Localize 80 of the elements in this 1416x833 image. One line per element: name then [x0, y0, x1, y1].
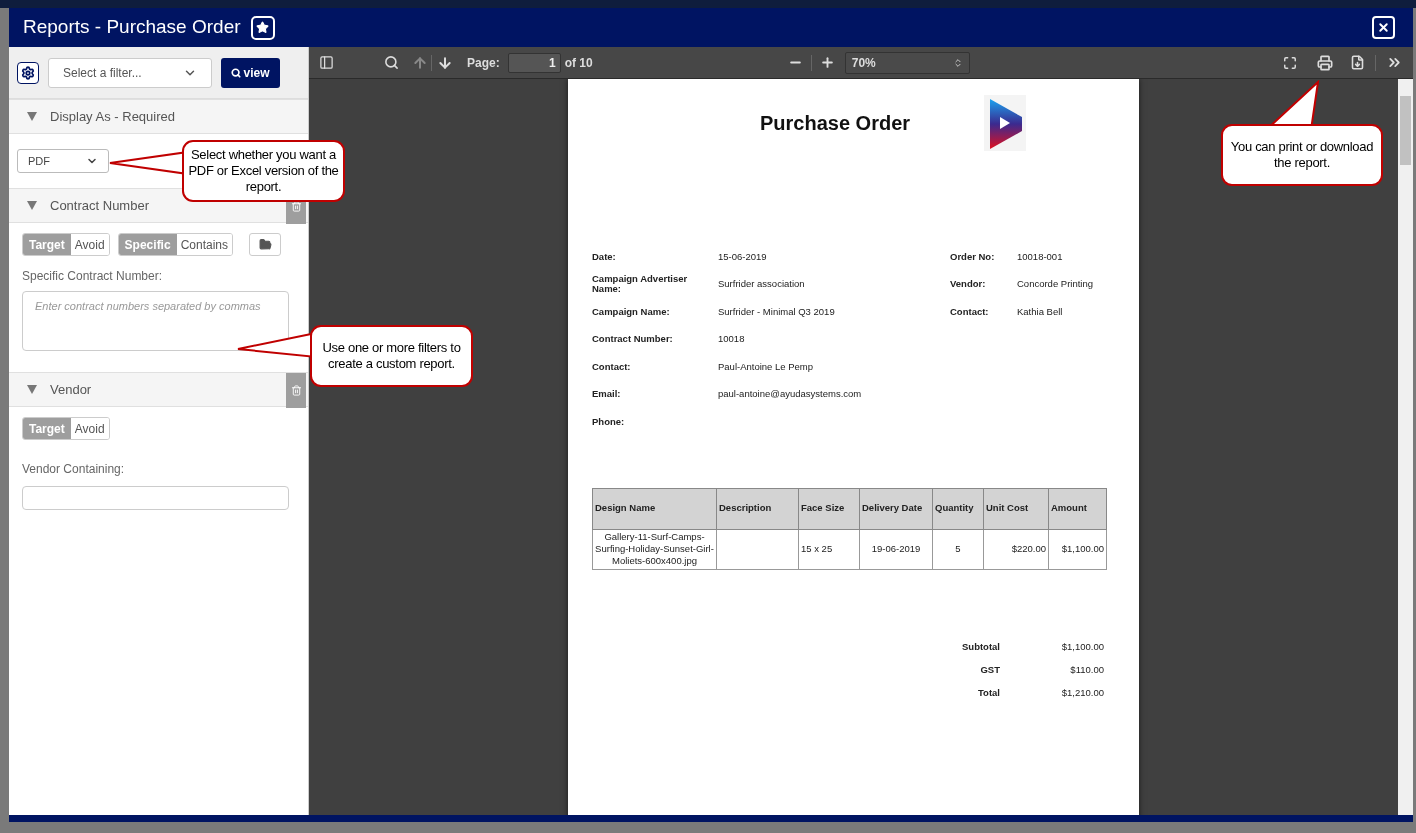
detail-value: Surfrider - Minimal Q3 2019 — [718, 305, 835, 317]
logo-icon — [984, 95, 1027, 151]
sidebar-toggle-icon[interactable] — [319, 55, 334, 70]
detail-label: Campaign Name: — [592, 305, 670, 317]
detail-label: Campaign Advertiser Name: — [592, 273, 688, 295]
trash-icon — [290, 385, 302, 396]
page-label: Page: — [467, 54, 500, 72]
total-value: $110.00 — [1070, 663, 1104, 675]
zoom-in-icon[interactable] — [819, 55, 835, 70]
total-value: $1,100.00 — [1061, 640, 1104, 652]
section-header[interactable]: Vendor — [9, 372, 308, 407]
caret-icon[interactable] — [27, 112, 37, 121]
column-header: Design Name — [592, 488, 717, 529]
table-cell: 15 x 25 — [798, 529, 860, 569]
detail-value: Paul-Antoine Le Pemp — [718, 360, 814, 372]
filter-select[interactable]: Select a filter... — [48, 57, 212, 88]
detail-label: Date: — [592, 250, 616, 262]
window-title: Reports - Purchase Order — [23, 15, 241, 40]
total-label: Total — [978, 686, 1000, 698]
detail-value: Surfrider association — [718, 278, 805, 290]
print-icon[interactable] — [1317, 54, 1333, 71]
settings-button[interactable] — [17, 61, 39, 84]
total-label: Subtotal — [962, 640, 1000, 652]
column-header: Delivery Date — [859, 488, 933, 529]
detail-value: Concorde Printing — [1017, 278, 1094, 290]
close-icon — [1377, 21, 1390, 34]
favorite-button[interactable] — [250, 15, 275, 40]
detail-label: Order No: — [950, 250, 995, 262]
detail-label: Contract Number: — [592, 333, 673, 345]
detail-value: 10018 — [718, 333, 745, 345]
table-cell: 19-06-2019 — [859, 529, 933, 569]
download-icon[interactable] — [1350, 55, 1365, 70]
search-icon[interactable] — [384, 55, 399, 70]
detail-label: Phone: — [592, 415, 625, 427]
detail-value: 15-06-2019 — [718, 250, 767, 262]
updown-icon — [952, 57, 963, 68]
section-header[interactable]: Display As - Required — [9, 99, 308, 134]
document-title: Purchase Order — [760, 111, 911, 136]
field-label: Vendor Containing: — [22, 461, 126, 478]
trash-icon — [290, 201, 302, 212]
column-header: Amount — [1048, 488, 1107, 529]
detail-label: Contact: — [950, 305, 989, 317]
caret-icon[interactable] — [27, 201, 37, 210]
search-icon — [231, 67, 242, 78]
caret-icon[interactable] — [27, 385, 37, 394]
detail-label: Email: — [592, 388, 621, 400]
table-cell: Gallery-11-Surf-Camps-Surfing-Holiday-Sunset-Girl-Moliets-600x400.jpg — [592, 529, 717, 569]
page-total: of 10 — [564, 54, 593, 72]
detail-value: paul-antoine@ayudasystems.com — [718, 388, 862, 400]
contract-numbers-field[interactable]: Enter contract numbers separated by commas — [22, 291, 289, 351]
column-header: Quantity — [932, 488, 984, 529]
callout-tooltip: Select whether you want a PDF or Excel version of the report. — [108, 140, 345, 202]
browse-button[interactable] — [249, 233, 281, 256]
table-cell: $1,100.00 — [1048, 529, 1107, 569]
settings-icon — [21, 65, 35, 80]
column-header: Description — [716, 488, 799, 529]
field-label: Specific Contract Number: — [22, 268, 164, 285]
star-icon — [256, 21, 270, 34]
detail-label: Vendor: — [950, 278, 986, 290]
close-button[interactable] — [1372, 16, 1395, 39]
callout-tooltip: You can print or download the report. — [1221, 80, 1383, 186]
section-title: Display As - Required — [50, 107, 175, 126]
column-header: Unit Cost — [983, 488, 1049, 529]
page-field[interactable]: 1 — [507, 52, 561, 73]
detail-label: Contact: — [592, 360, 631, 372]
total-value: $1,210.00 — [1061, 686, 1104, 698]
section-title: Vendor — [50, 380, 92, 399]
total-label: GST — [980, 663, 1000, 675]
folder-icon — [258, 238, 272, 251]
fullscreen-icon[interactable] — [1283, 55, 1297, 70]
table-cell: 5 — [932, 529, 984, 569]
column-header: Face Size — [798, 488, 860, 529]
detail-value: Kathia Bell — [1017, 305, 1063, 317]
vendor-field[interactable] — [22, 486, 289, 510]
view-button[interactable]: view — [221, 57, 280, 88]
format-select[interactable]: PDF — [17, 149, 109, 173]
callout-tooltip: Use one or more filters to create a custom report. — [236, 325, 473, 387]
table-cell: $220.00 — [983, 529, 1049, 569]
detail-value: 10018-001 — [1017, 250, 1063, 262]
zoom-select[interactable]: 70% — [844, 51, 970, 74]
